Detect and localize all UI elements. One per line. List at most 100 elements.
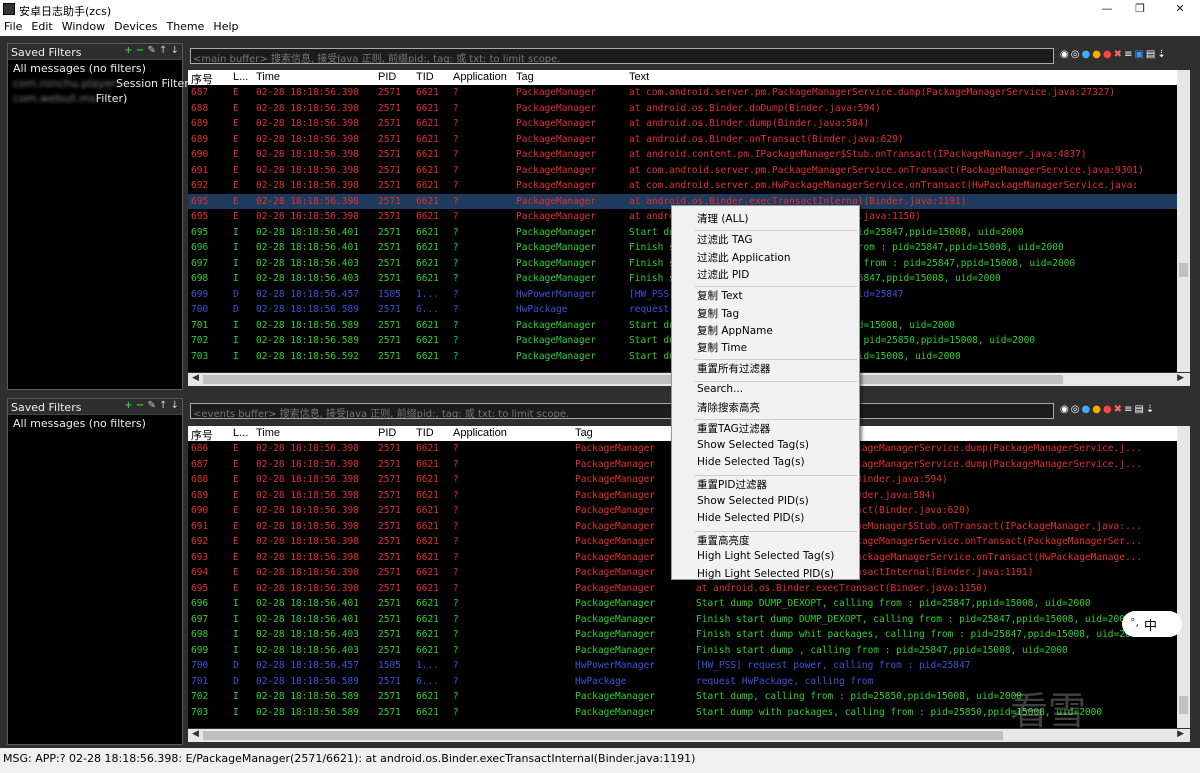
split-icon[interactable]: ▤ [1134,404,1143,415]
table-row[interactable]: 687 E 02-28 18:18:56.398 2571 6621? PackageMa… [188,85,1177,101]
menu-devices[interactable]: Devices [110,19,162,33]
context-menu-item[interactable]: 过滤此 TAG [697,232,753,247]
table-row[interactable]: 700 D 02-28 18:18:56.457 1505 1...? HwPowerMa… [188,658,1177,674]
remove-filter-icon[interactable]: − [136,400,144,411]
maximize-button[interactable]: ❐ [1125,2,1155,17]
info-icon[interactable]: ● [1081,404,1090,415]
filter-item[interactable]: com.webull.msFilter) [8,90,182,105]
warn-icon[interactable]: ● [1092,49,1101,60]
context-menu-item[interactable]: 复制 AppName [697,323,773,338]
context-menu-item[interactable]: 过滤此 Application [697,250,791,265]
menu-window[interactable]: Window [58,19,110,33]
menu-theme[interactable]: Theme [162,19,209,33]
context-menu-item[interactable]: 重置PID过滤器 [697,477,767,492]
context-menu-item[interactable]: Hide Selected PID(s) [697,512,804,524]
table-row[interactable]: 697 I 02-28 18:18:56.401 2571 6621? PackageMa… [188,612,1177,628]
context-menu-item[interactable]: 过滤此 PID [697,267,749,282]
sort-icon[interactable]: ≡ [1124,404,1132,415]
table-row[interactable]: 690 E 02-28 18:18:56.398 2571 6621? PackageMa… [188,147,1177,163]
table-row[interactable]: 688 E 02-28 18:18:56.398 2571 6621? PackageMa… [188,101,1177,117]
bottom-vertical-scrollbar[interactable] [1177,426,1190,728]
scroll-right-icon[interactable]: ▶ [1177,373,1184,383]
split-icon[interactable]: ▤ [1146,49,1155,60]
move-down-icon[interactable]: ↓ [171,45,179,56]
column-header[interactable]: Tag [516,71,534,83]
context-menu-item[interactable]: 复制 Text [697,288,743,303]
add-filter-icon[interactable]: + [124,45,132,56]
scroll-thumb[interactable] [1179,696,1188,714]
column-header[interactable]: PID [378,427,396,439]
filter-item[interactable]: All messages (no filters) [8,415,182,430]
target-icon[interactable]: ◎ [1071,49,1080,60]
context-menu-item[interactable]: Hide Selected Tag(s) [697,456,805,468]
table-row[interactable]: 689 E 02-28 18:18:56.398 2571 6621? PackageMa… [188,116,1177,132]
warn-icon[interactable]: ● [1092,404,1101,415]
filter-item[interactable]: com.ronchu.playerSession Filter) [8,75,193,90]
context-menu-item[interactable]: High Light Selected Tag(s) [697,550,834,562]
edit-filter-icon[interactable]: ✎ [147,45,155,56]
move-up-icon[interactable]: ↑ [159,400,167,411]
filter-item[interactable]: All messages (no filters) [8,60,182,75]
column-header[interactable]: Tag [575,427,593,439]
column-header[interactable]: TID [416,427,434,439]
scroll-thumb[interactable] [1179,263,1188,277]
remove-filter-icon[interactable]: − [136,45,144,56]
column-header[interactable]: L... [233,427,248,439]
scroll-thumb[interactable] [203,375,1063,384]
clear-icon[interactable]: ✖ [1114,404,1122,415]
table-row[interactable]: 696 I 02-28 18:18:56.401 2571 6621? PackageMa… [188,596,1177,612]
top-search-input[interactable]: <main buffer> 搜索信息, 接受Java 正则, 前缀pid:, t… [190,48,1054,64]
minimize-button[interactable]: — [1092,2,1122,17]
error-icon[interactable]: ● [1103,49,1112,60]
top-vertical-scrollbar[interactable] [1177,70,1190,372]
table-row[interactable]: 689 E 02-28 18:18:56.398 2571 6621? PackageMa… [188,132,1177,148]
ime-indicator[interactable]: °, 中 [1122,611,1182,637]
target-icon[interactable]: ◎ [1071,404,1080,415]
table-row[interactable]: 692 E 02-28 18:18:56.398 2571 6621? PackageMa… [188,178,1177,194]
menu-edit[interactable]: Edit [27,19,57,33]
table-row[interactable]: 691 E 02-28 18:18:56.398 2571 6621? PackageMa… [188,163,1177,179]
close-button[interactable]: ✕ [1165,2,1195,17]
edit-filter-icon[interactable]: ✎ [147,400,155,411]
context-menu-item[interactable]: 复制 Time [697,340,747,355]
scroll-thumb[interactable] [203,731,1003,740]
down-icon[interactable]: ⇣ [1157,49,1165,60]
info-icon[interactable]: ● [1081,49,1090,60]
move-up-icon[interactable]: ↑ [159,45,167,56]
scroll-right-icon[interactable]: ▶ [1177,729,1184,739]
add-filter-icon[interactable]: + [124,400,132,411]
context-menu-item[interactable]: 重置TAG过滤器 [697,421,770,436]
context-menu-item[interactable]: 清除搜索高亮 [697,400,760,415]
layout-icon[interactable]: ▣ [1134,49,1143,60]
move-down-icon[interactable]: ↓ [171,400,179,411]
scroll-left-icon[interactable]: ◀ [192,729,199,739]
bottom-search-input[interactable]: <events buffer> 搜索信息, 接受Java 正则, 前缀pid:,… [190,403,1054,419]
context-menu-item[interactable]: Show Selected Tag(s) [697,439,809,451]
context-menu-item[interactable]: 清理 (ALL) [697,211,748,226]
context-menu-item[interactable]: 重置所有过滤器 [697,361,771,376]
column-header[interactable]: Application [453,427,507,439]
column-header[interactable]: Text [629,71,649,83]
context-menu-item[interactable]: Search... [697,383,743,395]
column-header[interactable]: PID [378,71,396,83]
error-icon[interactable]: ● [1103,404,1112,415]
context-menu-item[interactable]: High Light Selected PID(s) [697,568,834,580]
scroll-left-icon[interactable]: ◀ [192,373,199,383]
table-row[interactable]: 698 I 02-28 18:18:56.403 2571 6621? PackageMa… [188,627,1177,643]
table-row[interactable]: 695 E 02-28 18:18:56.398 2571 6621? PackageMa… [188,581,1177,597]
table-row[interactable]: 699 I 02-28 18:18:56.403 2571 6621? PackageMa… [188,643,1177,659]
sort-icon[interactable]: ≡ [1124,49,1132,60]
context-menu-item[interactable]: 复制 Tag [697,306,739,321]
column-header[interactable]: Application [453,71,507,83]
eye-icon[interactable]: ◉ [1060,404,1069,415]
down-icon[interactable]: ⇣ [1146,404,1154,415]
menu-help[interactable]: Help [209,19,243,33]
column-header[interactable]: Time [256,427,280,439]
column-header[interactable]: L... [233,71,248,83]
menu-file[interactable]: File [0,19,27,33]
eye-icon[interactable]: ◉ [1060,49,1069,60]
column-header[interactable]: TID [416,71,434,83]
column-header[interactable]: Time [256,71,280,83]
clear-icon[interactable]: ✖ [1114,49,1122,60]
context-menu-item[interactable]: 重置高亮度 [697,533,750,548]
